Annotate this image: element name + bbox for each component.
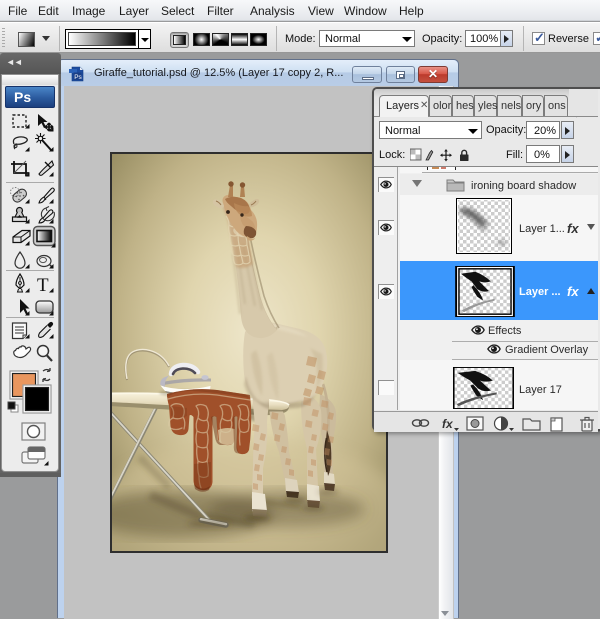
svg-text:fx: fx (442, 417, 454, 431)
svg-text:Ps: Ps (74, 74, 82, 81)
svg-text:T: T (37, 275, 49, 296)
